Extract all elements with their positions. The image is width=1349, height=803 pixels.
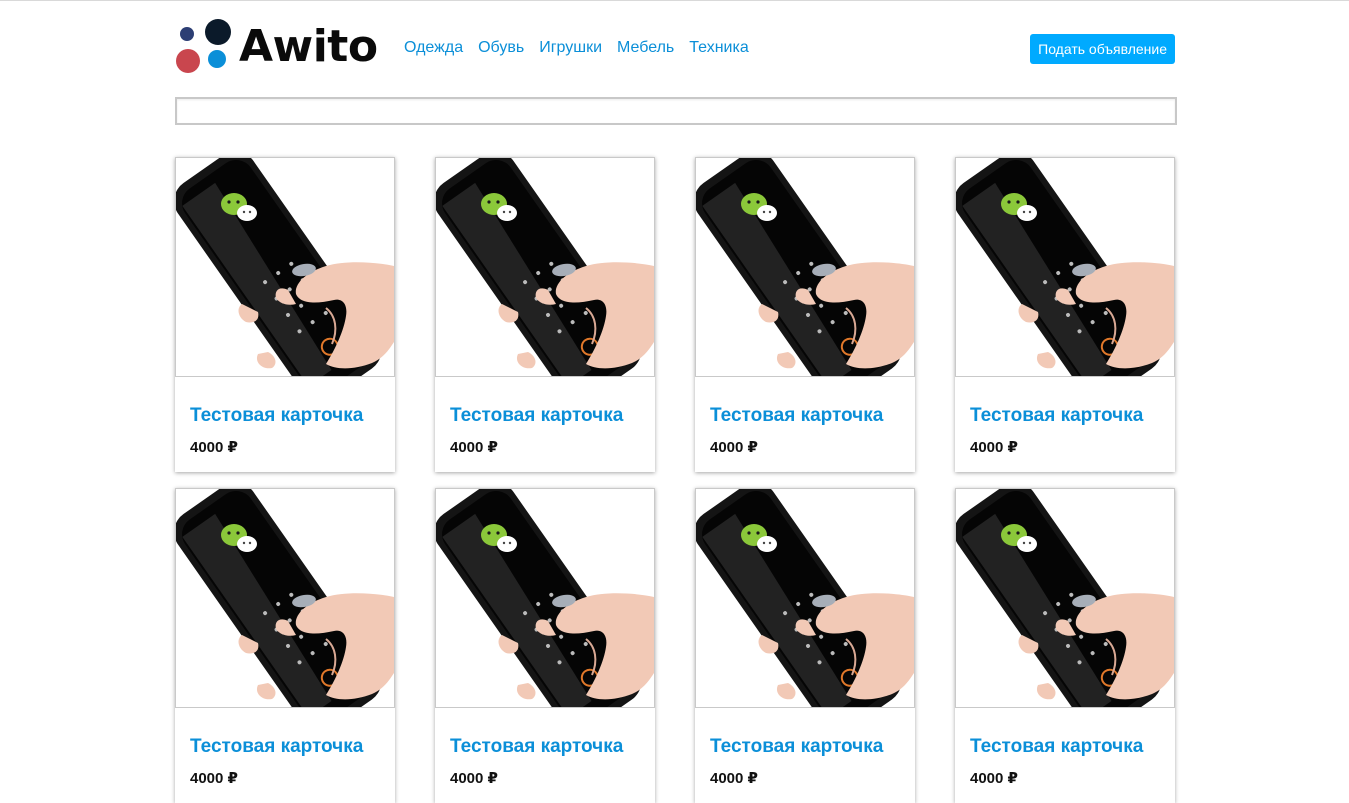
product-price: 4000 ₽ <box>190 770 238 787</box>
product-card[interactable]: Тестовая карточка 4000 ₽ <box>955 488 1175 803</box>
product-card[interactable]: Тестовая карточка 4000 ₽ <box>955 157 1175 472</box>
product-price: 4000 ₽ <box>710 439 758 456</box>
product-title[interactable]: Тестовая карточка <box>970 736 1143 758</box>
product-image[interactable] <box>955 157 1175 377</box>
nav-link-toys[interactable]: Игрушки <box>539 38 602 58</box>
search-input[interactable] <box>175 97 1177 125</box>
product-price: 4000 ₽ <box>710 770 758 787</box>
nav-link-furniture[interactable]: Мебель <box>617 38 674 58</box>
product-price: 4000 ₽ <box>970 439 1018 456</box>
logo-dots-icon <box>176 19 231 73</box>
post-ad-button[interactable]: Подать объявление <box>1030 34 1175 64</box>
nav-link-electronics[interactable]: Техника <box>689 38 748 58</box>
product-card[interactable]: Тестовая карточка 4000 ₽ <box>435 488 655 803</box>
product-image[interactable] <box>435 488 655 708</box>
product-title[interactable]: Тестовая карточка <box>190 405 363 427</box>
category-nav: Одежда Обувь Игрушки Мебель Техника <box>404 38 764 58</box>
product-card[interactable]: Тестовая карточка 4000 ₽ <box>175 488 395 803</box>
product-card[interactable]: Тестовая карточка 4000 ₽ <box>695 488 915 803</box>
product-title[interactable]: Тестовая карточка <box>970 405 1143 427</box>
product-price: 4000 ₽ <box>450 770 498 787</box>
product-card[interactable]: Тестовая карточка 4000 ₽ <box>435 157 655 472</box>
product-card[interactable]: Тестовая карточка 4000 ₽ <box>695 157 915 472</box>
nav-link-shoes[interactable]: Обувь <box>478 38 524 58</box>
product-image[interactable] <box>175 157 395 377</box>
top-divider <box>0 0 1349 1</box>
card-grid: Тестовая карточка 4000 ₽ Тестовая карточ… <box>175 157 1175 803</box>
product-price: 4000 ₽ <box>450 439 498 456</box>
product-image[interactable] <box>175 488 395 708</box>
site-header: Awito Одежда Обувь Игрушки Мебель Техник… <box>175 18 1175 76</box>
logo[interactable]: Awito <box>175 18 378 76</box>
product-price: 4000 ₽ <box>190 439 238 456</box>
nav-link-clothes[interactable]: Одежда <box>404 38 463 58</box>
product-card[interactable]: Тестовая карточка 4000 ₽ <box>175 157 395 472</box>
product-image[interactable] <box>955 488 1175 708</box>
logo-wordmark: Awito <box>239 21 378 72</box>
product-image[interactable] <box>695 488 915 708</box>
product-title[interactable]: Тестовая карточка <box>450 405 623 427</box>
product-title[interactable]: Тестовая карточка <box>450 736 623 758</box>
product-image[interactable] <box>695 157 915 377</box>
product-title[interactable]: Тестовая карточка <box>710 405 883 427</box>
product-title[interactable]: Тестовая карточка <box>710 736 883 758</box>
product-price: 4000 ₽ <box>970 770 1018 787</box>
product-image[interactable] <box>435 157 655 377</box>
product-title[interactable]: Тестовая карточка <box>190 736 363 758</box>
